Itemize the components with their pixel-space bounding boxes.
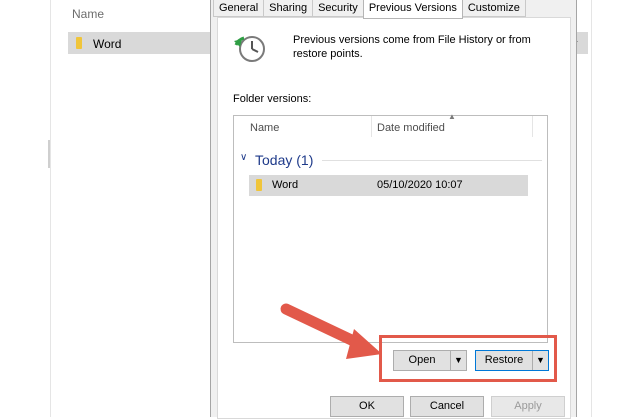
tab-security[interactable]: Security <box>312 0 364 17</box>
column-header-date-modified[interactable]: Date modified <box>377 122 445 134</box>
apply-button[interactable]: Apply <box>491 396 565 417</box>
dropdown-arrow-icon[interactable]: ▼ <box>450 351 466 370</box>
folder-icon <box>76 37 82 49</box>
open-button[interactable]: Open ▼ <box>393 350 467 371</box>
ok-button[interactable]: OK <box>330 396 404 417</box>
version-name: Word <box>272 179 299 191</box>
cancel-button[interactable]: Cancel <box>410 396 484 417</box>
open-button-label: Open <box>408 354 436 366</box>
column-header-name[interactable]: Name <box>250 122 279 134</box>
tab-general[interactable]: General <box>213 0 265 17</box>
tab-customize[interactable]: Customize <box>461 0 526 17</box>
folder-icon <box>256 179 262 191</box>
info-text: Previous versions come from File History… <box>293 34 531 60</box>
version-date: 05/10/2020 10:07 <box>377 179 463 191</box>
explorer-column-name[interactable]: Name <box>72 7 104 21</box>
folder-versions-label: Folder versions: <box>233 93 312 105</box>
restore-button-label: Restore <box>484 354 524 366</box>
tab-sharing[interactable]: Sharing <box>263 0 314 17</box>
restore-button[interactable]: Restore ▼ <box>475 350 549 371</box>
chevron-down-icon[interactable]: ∨ <box>240 152 247 163</box>
column-separator[interactable] <box>532 116 533 137</box>
dialog-tabs: General Sharing Security Previous Versio… <box>213 0 526 19</box>
group-label-today[interactable]: Today (1) <box>255 152 313 168</box>
tab-previous-versions[interactable]: Previous Versions <box>362 0 463 19</box>
history-clock-icon <box>234 36 265 62</box>
sort-caret-icon: ▲ <box>448 112 456 121</box>
column-separator[interactable] <box>371 116 372 137</box>
dropdown-arrow-icon[interactable]: ▼ <box>532 351 548 370</box>
explorer-file-label: Word <box>93 37 122 51</box>
group-divider <box>322 160 542 161</box>
